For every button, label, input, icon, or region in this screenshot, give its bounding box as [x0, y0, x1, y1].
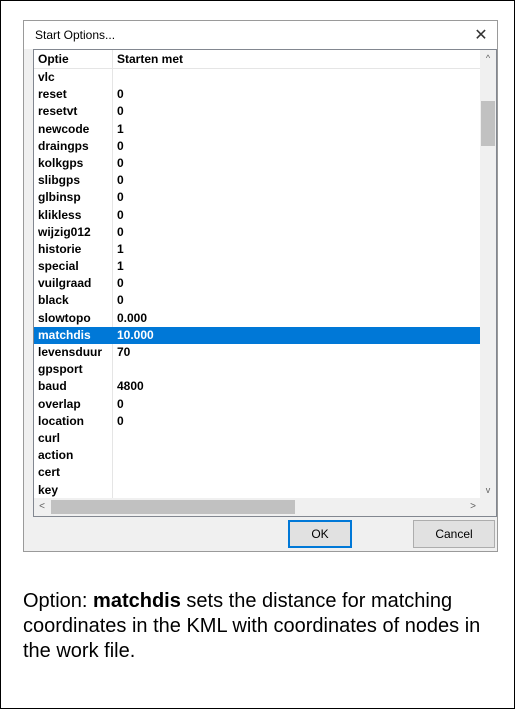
option-name: wijzig012 [34, 223, 113, 241]
vertical-scroll-thumb[interactable] [481, 101, 495, 146]
option-row-newcode[interactable]: newcode 1 [34, 120, 481, 138]
option-name: reset [34, 86, 113, 104]
option-row-historie[interactable]: historie 1 [34, 240, 481, 259]
option-value[interactable]: 70 [113, 344, 481, 361]
ok-button[interactable]: OK [288, 520, 352, 548]
option-value[interactable]: 0 [113, 207, 481, 224]
caption-keyword: matchdis [93, 590, 181, 612]
option-row-glbinsp[interactable]: glbinsp 0 [34, 189, 481, 207]
option-row-cert[interactable]: cert [34, 464, 481, 482]
option-name: curl [34, 429, 113, 448]
option-value[interactable] [113, 482, 481, 499]
option-value[interactable]: 0 [113, 292, 481, 309]
caption-prefix: Option: [23, 590, 94, 612]
option-row-vlc[interactable]: vlc [34, 69, 481, 87]
option-value[interactable]: 0.000 [113, 310, 481, 327]
dialog-title: Start Options... [35, 28, 116, 42]
option-name: location [34, 412, 113, 430]
option-row-reset[interactable]: reset 0 [34, 86, 481, 104]
option-row-gpsport[interactable]: gpsport [34, 361, 481, 379]
option-name: black [34, 292, 113, 310]
option-name: glbinsp [34, 189, 113, 207]
close-icon[interactable]: ✕ [465, 21, 497, 49]
option-value[interactable]: 10.000 [113, 327, 481, 344]
option-value[interactable]: 0 [113, 189, 481, 206]
scroll-up-icon[interactable]: ^ [480, 50, 496, 66]
option-name: historie [34, 240, 113, 259]
options-rows: vlc reset 0 resetvt 0 newcode 1 draingps 0 kolkgp… [34, 69, 481, 498]
option-row-klikless[interactable]: klikless 0 [34, 206, 481, 224]
option-value[interactable] [113, 69, 481, 86]
option-value[interactable]: 4800 [113, 378, 481, 395]
caption-text: Option: matchdis sets the distance for m… [23, 589, 493, 664]
option-name: matchdis [34, 326, 113, 344]
option-name: key [34, 481, 113, 498]
option-row-matchdis[interactable]: matchdis 10.000 [34, 326, 481, 344]
option-value[interactable] [113, 430, 481, 447]
scrollbar-corner [480, 498, 496, 516]
option-name: overlap [34, 395, 113, 413]
option-value[interactable]: 0 [113, 413, 481, 430]
option-value[interactable] [113, 361, 481, 378]
option-name: vlc [34, 69, 113, 87]
column-header-start-with[interactable]: Starten met [113, 50, 481, 68]
horizontal-scrollbar[interactable]: < > [34, 498, 481, 516]
option-name: cert [34, 464, 113, 482]
option-value[interactable]: 0 [113, 396, 481, 413]
option-row-draingps[interactable]: draingps 0 [34, 137, 481, 155]
column-header-option[interactable]: Optie [34, 50, 113, 68]
scroll-right-icon[interactable]: > [465, 498, 481, 516]
option-row-levensduur[interactable]: levensduur 70 [34, 344, 481, 362]
option-row-vuilgraad[interactable]: vuilgraad 0 [34, 275, 481, 293]
option-row-kolkgps[interactable]: kolkgps 0 [34, 154, 481, 173]
option-row-wijzig012[interactable]: wijzig012 0 [34, 223, 481, 241]
option-value[interactable]: 0 [113, 224, 481, 241]
option-value[interactable]: 1 [113, 121, 481, 138]
option-row-overlap[interactable]: overlap 0 [34, 395, 481, 413]
option-row-special[interactable]: special 1 [34, 258, 481, 276]
option-value[interactable]: 0 [113, 86, 481, 103]
option-row-curl[interactable]: curl [34, 429, 481, 448]
option-row-action[interactable]: action [34, 447, 481, 465]
option-name: vuilgraad [34, 275, 113, 293]
figure-frame: Start Options... ✕ Optie Starten met vlc… [0, 0, 515, 709]
option-row-black[interactable]: black 0 [34, 292, 481, 310]
option-name: slibgps [34, 172, 113, 190]
options-list[interactable]: Optie Starten met vlc reset 0 resetvt 0 newco… [33, 49, 497, 517]
scroll-down-icon[interactable]: v [480, 482, 496, 498]
cancel-button[interactable]: Cancel [413, 520, 495, 548]
option-row-slibgps[interactable]: slibgps 0 [34, 172, 481, 190]
option-value[interactable] [113, 447, 481, 464]
option-row-key[interactable]: key [34, 481, 481, 499]
option-name: klikless [34, 206, 113, 224]
option-name: levensduur [34, 344, 113, 362]
option-value[interactable]: 0 [113, 275, 481, 292]
vertical-scrollbar[interactable]: ^ v [480, 50, 496, 498]
option-name: action [34, 447, 113, 465]
option-value[interactable]: 0 [113, 103, 481, 120]
start-options-dialog: Start Options... ✕ Optie Starten met vlc… [23, 20, 498, 552]
option-row-resetvt[interactable]: resetvt 0 [34, 103, 481, 121]
scroll-left-icon[interactable]: < [34, 498, 50, 516]
option-row-location[interactable]: location 0 [34, 412, 481, 430]
option-name: newcode [34, 120, 113, 138]
option-name: gpsport [34, 361, 113, 379]
option-row-baud[interactable]: baud 4800 [34, 378, 481, 396]
option-name: slowtopo [34, 309, 113, 327]
option-value[interactable]: 0 [113, 155, 481, 172]
list-header: Optie Starten met [34, 50, 481, 69]
option-value[interactable]: 1 [113, 241, 481, 258]
option-name: special [34, 258, 113, 276]
horizontal-scroll-thumb[interactable] [51, 500, 295, 514]
option-value[interactable]: 1 [113, 258, 481, 275]
option-value[interactable]: 0 [113, 172, 481, 189]
option-value[interactable] [113, 464, 481, 481]
option-name: baud [34, 378, 113, 396]
option-row-slowtopo[interactable]: slowtopo 0.000 [34, 309, 481, 327]
option-value[interactable]: 0 [113, 138, 481, 155]
title-bar: Start Options... ✕ [24, 21, 497, 49]
option-name: resetvt [34, 103, 113, 121]
option-name: draingps [34, 137, 113, 155]
option-name: kolkgps [34, 154, 113, 173]
